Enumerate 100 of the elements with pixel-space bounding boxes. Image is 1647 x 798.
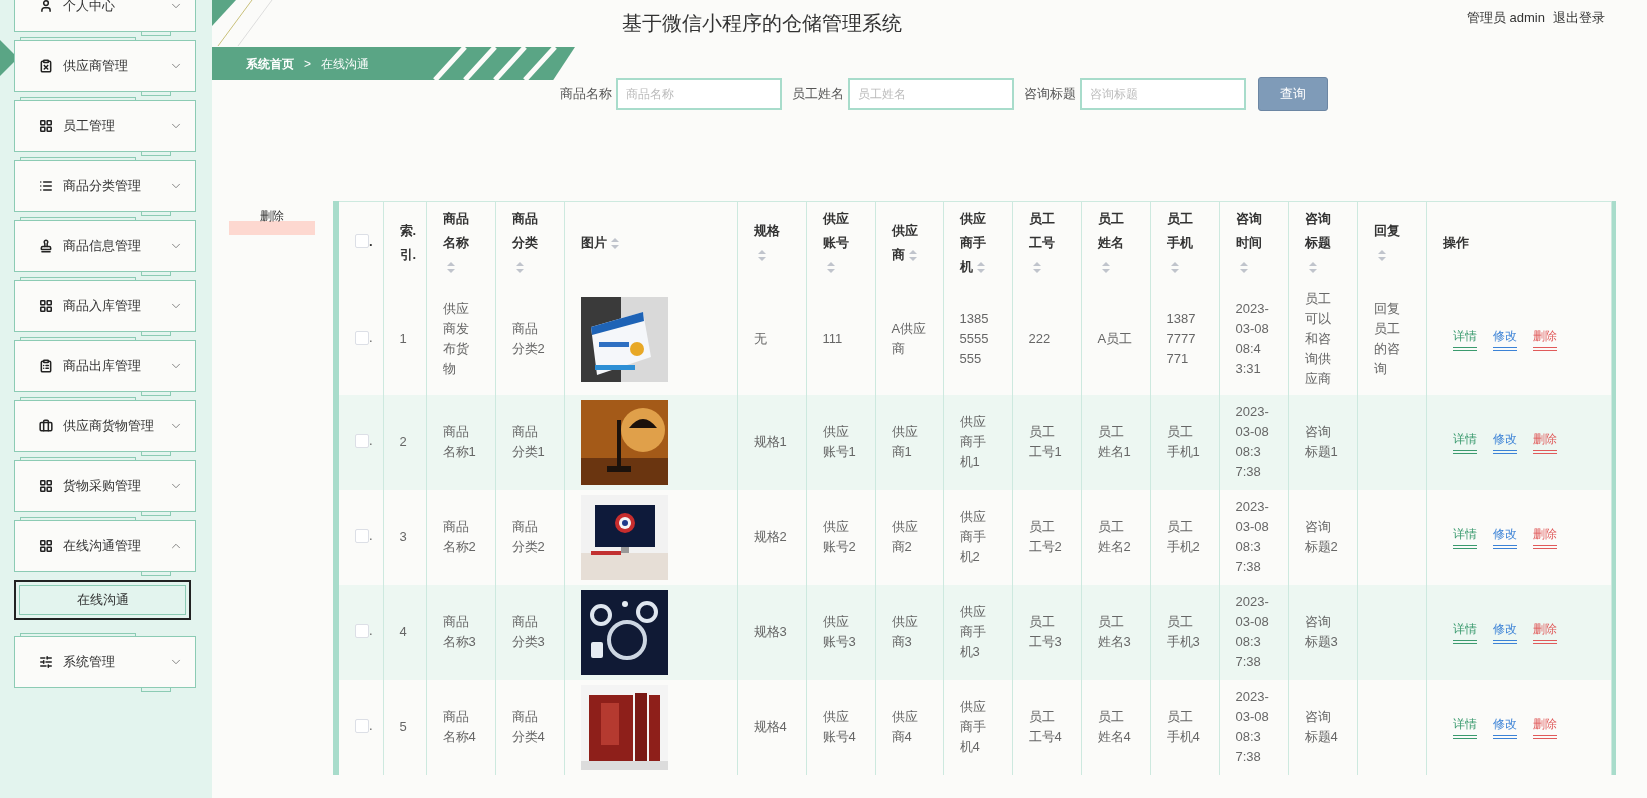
table-cell-text: 13877777771 <box>1166 310 1197 368</box>
table-cell-text: 供应账号3 <box>822 613 857 651</box>
action-link[interactable]: 删除 <box>1532 620 1557 644</box>
column-header[interactable]: 图片 <box>564 201 737 284</box>
table-cell-text: A供应商 <box>891 320 927 358</box>
action-link[interactable]: 修改 <box>1492 525 1517 549</box>
clipboard-icon <box>39 359 53 373</box>
user-label: 管理员 admin <box>1466 9 1545 27</box>
stamp-icon <box>39 239 53 253</box>
column-header[interactable]: 规格 <box>737 201 806 284</box>
table-cell-text: 供应商发布货物 <box>442 300 470 378</box>
table-cell-text: 规格2 <box>753 528 788 546</box>
column-header: 操作 <box>1426 201 1611 284</box>
table-cell-text: 员工姓名2 <box>1097 518 1132 556</box>
action-link[interactable]: 详情 <box>1452 327 1477 351</box>
logout-link[interactable]: 退出登录 <box>1553 8 1605 28</box>
breadcrumb-current: 在线沟通 <box>321 55 369 73</box>
column-header[interactable]: 回复 <box>1357 201 1426 284</box>
table-cell-text: 222 <box>1028 330 1052 348</box>
breadcrumb-separator: > <box>304 55 311 73</box>
checkbox-suffix: . <box>369 526 373 545</box>
sidebar-item[interactable]: 个人中心 <box>14 0 196 32</box>
checkbox[interactable] <box>355 330 369 345</box>
sort-icon[interactable] <box>757 249 766 261</box>
checkbox[interactable] <box>355 623 369 638</box>
sidebar-item[interactable]: 供应商货物管理 <box>14 400 196 452</box>
table-cell-text: 商品分类1 <box>511 423 546 461</box>
column-header[interactable]: 咨询标题 <box>1288 201 1357 284</box>
table-cell-text: 5 <box>399 718 408 736</box>
checkbox-suffix: . <box>369 328 373 347</box>
column-header[interactable]: 员工姓名 <box>1081 201 1150 284</box>
table-cell-text: 2023-03-08 08:37:38 <box>1235 688 1270 766</box>
sort-icon[interactable] <box>610 237 619 249</box>
table-cell-text: 供应商手机2 <box>959 508 987 566</box>
column-header[interactable]: 供应商 <box>875 201 943 284</box>
sort-icon[interactable] <box>1170 261 1179 273</box>
action-link[interactable]: 修改 <box>1492 715 1517 739</box>
sidebar-item[interactable]: 商品出库管理 <box>14 340 196 392</box>
sort-icon[interactable] <box>446 261 455 273</box>
user-icon <box>39 0 53 13</box>
sidebar-item[interactable]: 商品入库管理 <box>14 280 196 332</box>
table-cell-text: 2023-03-08 08:43:31 <box>1235 300 1270 378</box>
action-link[interactable]: 删除 <box>1532 525 1557 549</box>
grid-icon <box>39 479 53 493</box>
checkbox[interactable] <box>355 433 369 448</box>
sort-icon[interactable] <box>826 261 835 273</box>
sort-icon[interactable] <box>515 261 524 273</box>
action-link[interactable]: 删除 <box>1532 430 1557 454</box>
briefcase-icon <box>39 419 53 433</box>
table-cell-text: 供应账号4 <box>822 708 857 746</box>
field-label: 商品名称 <box>560 85 612 104</box>
column-header[interactable]: 员工工号 <box>1012 201 1081 284</box>
sort-icon[interactable] <box>908 249 917 261</box>
column-header[interactable]: 咨询时间 <box>1219 201 1288 284</box>
action-link[interactable]: 修改 <box>1492 430 1517 454</box>
column-header[interactable]: 供应商手机 <box>943 201 1012 284</box>
sidebar-item[interactable]: 货物采购管理 <box>14 460 196 512</box>
table-cell-text: 咨询标题4 <box>1304 708 1339 746</box>
sort-icon[interactable] <box>1377 249 1386 261</box>
checkbox[interactable] <box>355 234 369 249</box>
checkbox[interactable] <box>355 528 369 543</box>
sidebar-subitem[interactable]: 在线沟通 <box>14 580 191 620</box>
list-icon <box>39 179 53 193</box>
search-field[interactable]: 咨询标题 <box>1080 78 1246 110</box>
sort-icon[interactable] <box>1308 261 1317 273</box>
search-field[interactable]: 员工姓名 <box>848 78 1014 110</box>
table-cell-text: 13855555555 <box>959 310 990 368</box>
column-header[interactable]: 商品分类 <box>495 201 564 284</box>
sort-icon[interactable] <box>976 261 985 273</box>
checkbox[interactable] <box>355 718 369 733</box>
sidebar-item[interactable]: 商品分类管理 <box>14 160 196 212</box>
action-link[interactable]: 修改 <box>1492 327 1517 351</box>
sidebar-item[interactable]: 供应商管理 <box>14 40 196 92</box>
table-cell-text: 供应商4 <box>891 708 919 746</box>
table-cell-text: 商品名称1 <box>442 423 477 461</box>
sort-icon[interactable] <box>1239 261 1248 273</box>
column-header: 索.引. <box>383 201 426 284</box>
table-cell-text: A员工 <box>1097 330 1133 348</box>
table-cell-text: 供应商手机4 <box>959 698 987 756</box>
action-link[interactable]: 删除 <box>1532 327 1557 351</box>
column-header[interactable]: 商品名称 <box>426 201 495 284</box>
sort-icon[interactable] <box>1032 261 1041 273</box>
sidebar-item[interactable]: 商品信息管理 <box>14 220 196 272</box>
action-link[interactable]: 修改 <box>1492 620 1517 644</box>
action-link[interactable]: 删除 <box>1532 715 1557 739</box>
table-cell-text: 回复员工的咨询 <box>1373 300 1401 378</box>
table-cell-text: 咨询标题1 <box>1304 423 1339 461</box>
delete-button[interactable]: 删除 <box>229 207 315 235</box>
action-link[interactable]: 详情 <box>1452 525 1477 549</box>
column-header[interactable]: 供应账号 <box>806 201 875 284</box>
table-cell-text: 商品分类2 <box>511 518 546 556</box>
sidebar-item[interactable]: 系统管理 <box>14 636 196 688</box>
search-field[interactable]: 商品名称 <box>616 78 782 110</box>
sidebar-item[interactable]: 员工管理 <box>14 100 196 152</box>
sidebar-item[interactable]: 在线沟通管理 <box>14 520 196 572</box>
column-header[interactable]: 员工手机 <box>1150 201 1219 284</box>
table-cell-text: 员工手机1 <box>1166 423 1201 461</box>
sort-icon[interactable] <box>1101 261 1110 273</box>
action-link[interactable]: 详情 <box>1452 715 1477 739</box>
table-cell-text: 员工手机3 <box>1166 613 1201 651</box>
